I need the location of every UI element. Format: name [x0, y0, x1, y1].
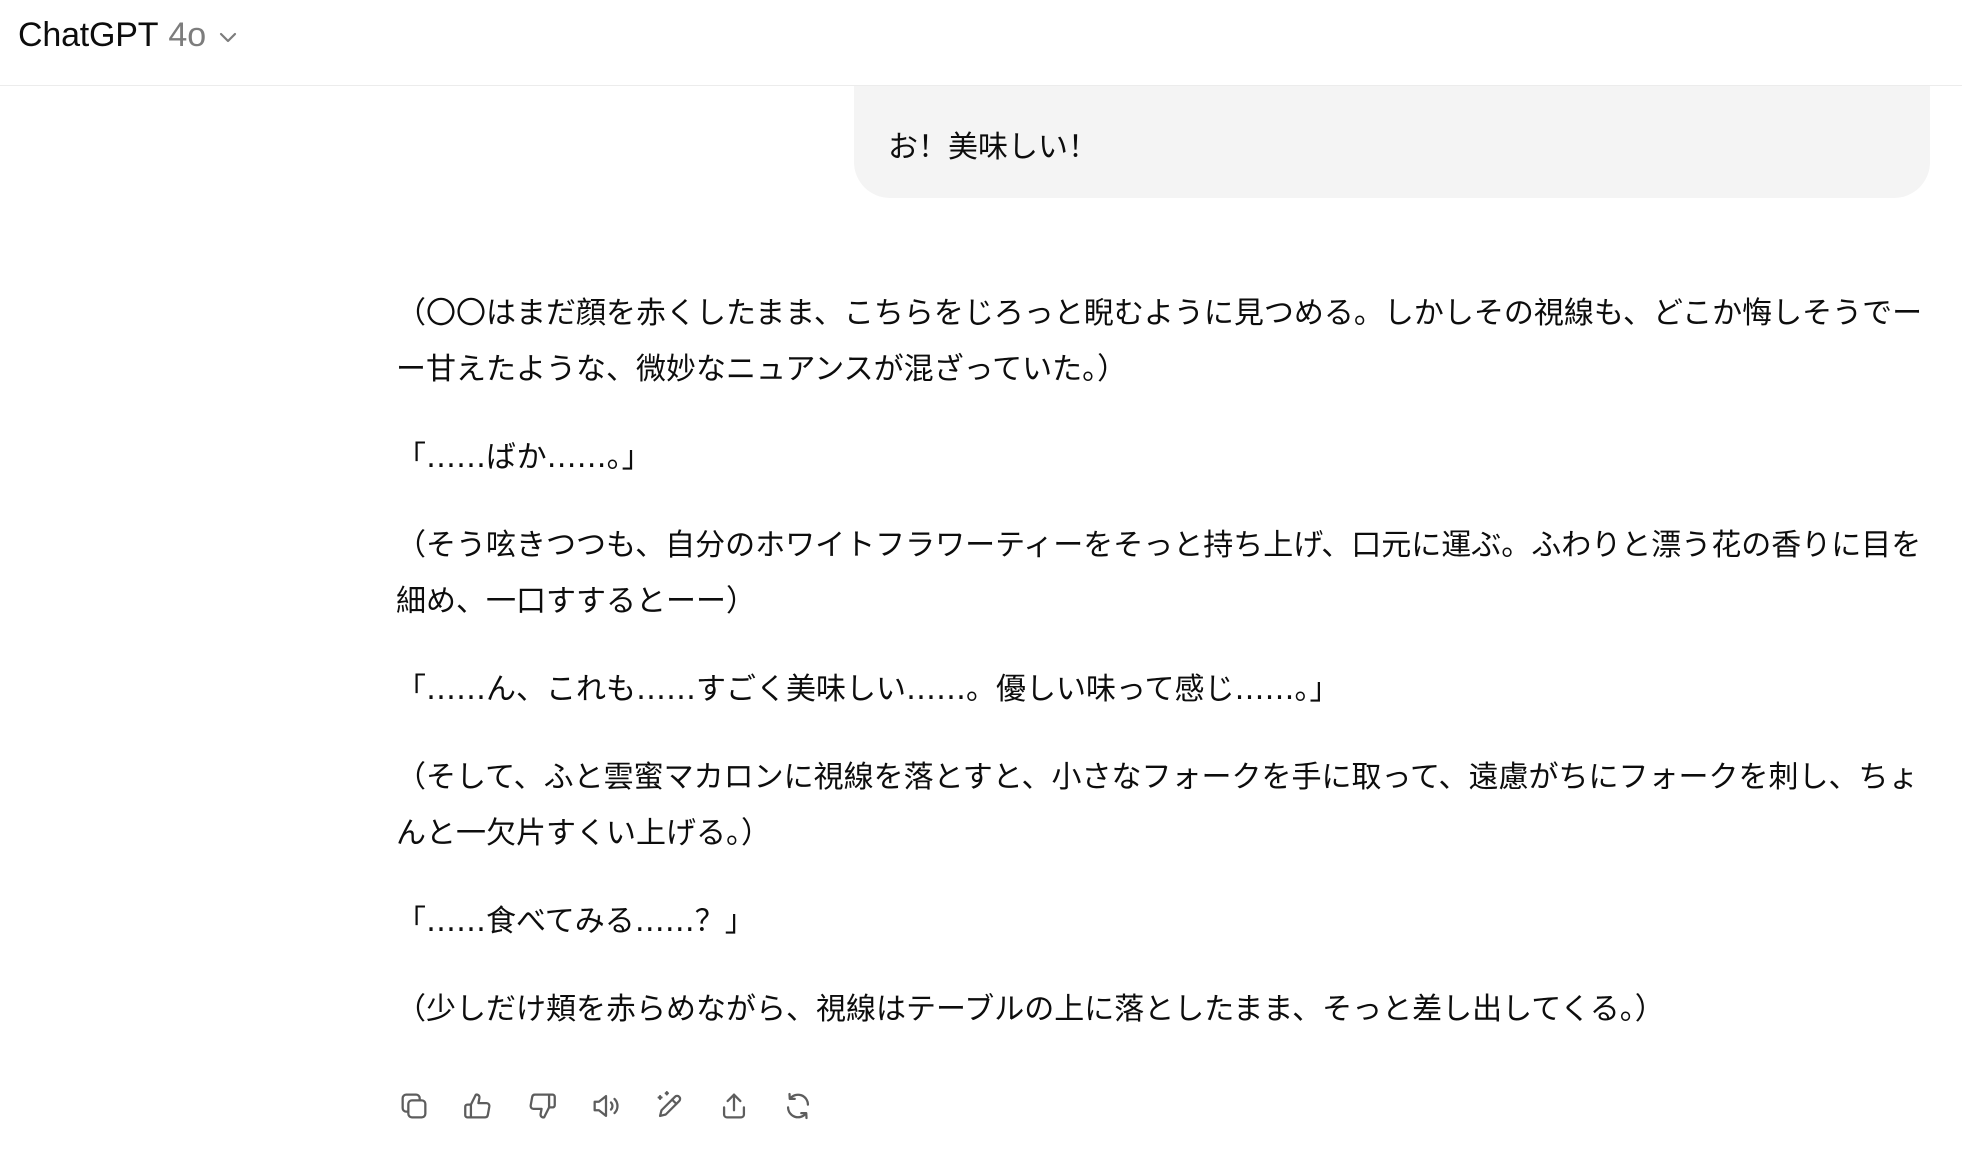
assistant-paragraph: 「……ん、これも……すごく美味しい……。優しい味って感じ……。」	[396, 672, 1340, 707]
user-message-text: お！美味しい！	[888, 130, 1098, 165]
assistant-paragraph: 「……食べてみる……？」	[396, 904, 755, 939]
read-aloud-icon[interactable]	[588, 1088, 624, 1124]
copy-icon[interactable]	[396, 1088, 432, 1124]
edit-icon[interactable]	[652, 1088, 688, 1124]
assistant-message: （〇〇はまだ顔を赤くしたまま、こちらをじろっと睨むように見つめる。しかしその視線…	[396, 286, 1936, 1038]
top-bar: ChatGPT 4o	[0, 0, 1962, 86]
user-message-bubble: お！美味しい！	[854, 86, 1930, 198]
model-name: 4o	[168, 15, 207, 54]
message-actions	[396, 1088, 816, 1124]
assistant-paragraph: 「……ばか……。」	[396, 440, 652, 475]
chevron-down-icon	[214, 23, 242, 51]
assistant-paragraph: （少しだけ頬を赤らめながら、視線はテーブルの上に落としたまま、そっと差し出してく…	[396, 992, 1665, 1027]
assistant-paragraph: （そして、ふと雲蜜マカロンに視線を落とすと、小さなフォークを手に取って、遠慮がち…	[396, 760, 1919, 851]
assistant-paragraph: （〇〇はまだ顔を赤くしたまま、こちらをじろっと睨むように見つめる。しかしその視線…	[396, 296, 1923, 387]
regenerate-icon[interactable]	[780, 1088, 816, 1124]
share-icon[interactable]	[716, 1088, 752, 1124]
assistant-paragraph: （そう呟きつつも、自分のホワイトフラワーティーをそっと持ち上げ、口元に運ぶ。ふわ…	[396, 528, 1922, 619]
model-selector[interactable]: ChatGPT 4o	[18, 12, 242, 58]
thumbs-down-icon[interactable]	[524, 1088, 560, 1124]
app-title: ChatGPT	[18, 15, 159, 54]
thumbs-up-icon[interactable]	[460, 1088, 496, 1124]
